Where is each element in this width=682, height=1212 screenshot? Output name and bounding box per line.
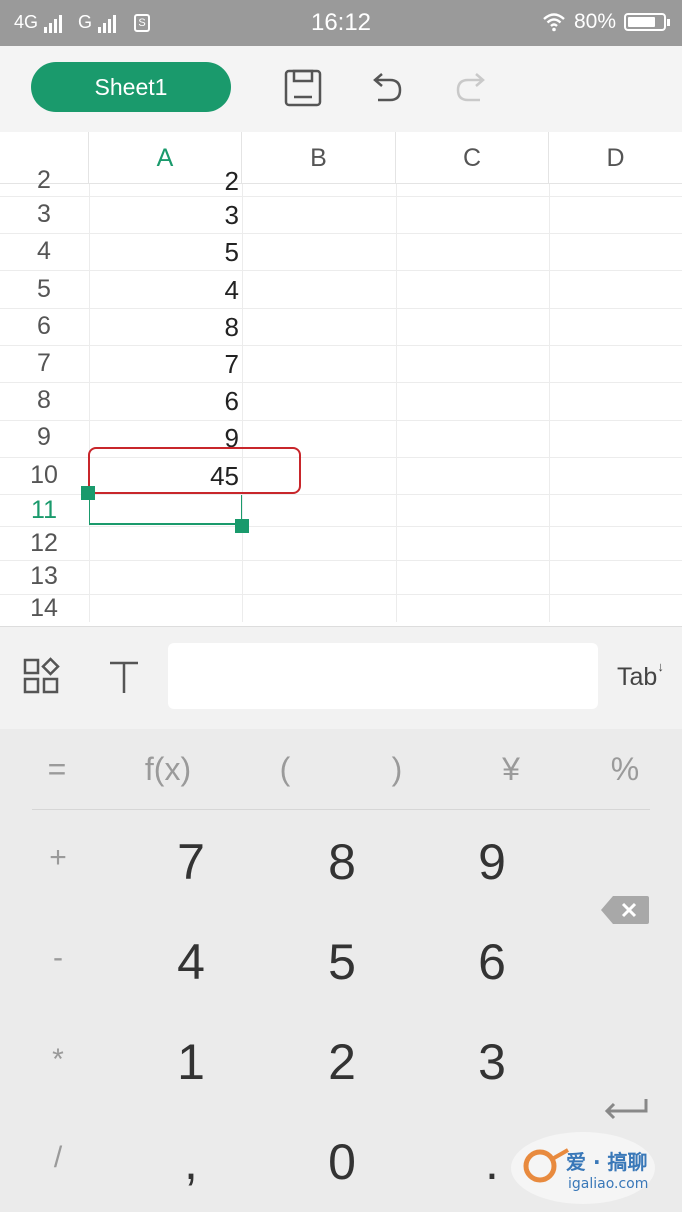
row-header[interactable]: 12	[0, 529, 88, 558]
tab-arrow-icon: ↓	[657, 659, 664, 674]
undo-icon[interactable]	[364, 66, 408, 110]
cell-a7[interactable]: 7	[89, 349, 241, 380]
key-plus[interactable]: +	[32, 841, 84, 875]
cell-a4[interactable]: 5	[89, 237, 241, 268]
watermark-url: igaliao.com	[568, 1176, 649, 1192]
watermark-logo: 爱 · 搞聊 igaliao.com	[508, 1128, 678, 1208]
selected-cell[interactable]	[89, 495, 242, 525]
row-header[interactable]: 3	[0, 200, 88, 229]
watermark-text: 爱 · 搞聊	[566, 1150, 648, 1174]
key-comma[interactable]: ,	[141, 1133, 241, 1191]
spreadsheet-grid[interactable]: A B C D 2 2 3 3 4 5 5 4 6 8 7 7 8 6 9 9 …	[0, 132, 682, 622]
highlight-box	[88, 447, 301, 494]
cell-a5[interactable]: 4	[89, 275, 241, 306]
wifi-icon	[543, 13, 565, 32]
column-header-c[interactable]: C	[396, 132, 549, 184]
key-close-paren[interactable]: )	[362, 751, 432, 788]
column-header-d[interactable]: D	[549, 132, 682, 184]
tab-key-label: Tab	[617, 663, 658, 691]
key-3[interactable]: 3	[442, 1033, 542, 1091]
cell-a8[interactable]: 6	[89, 386, 241, 417]
status-bar: 4G G S 16:12 80%	[0, 0, 682, 46]
battery-icon	[624, 13, 670, 31]
row-header[interactable]: 4	[0, 237, 88, 266]
key-minus[interactable]: -	[32, 941, 84, 975]
key-yen[interactable]: ¥	[476, 751, 546, 788]
backspace-icon[interactable]	[601, 896, 649, 924]
key-equals[interactable]: =	[22, 751, 92, 788]
key-0[interactable]: 0	[292, 1133, 392, 1191]
key-6[interactable]: 6	[442, 933, 542, 991]
key-7[interactable]: 7	[141, 833, 241, 891]
enter-icon[interactable]	[602, 1097, 650, 1125]
key-multiply[interactable]: *	[32, 1043, 84, 1077]
tab-key[interactable]: Tab↓	[617, 659, 664, 692]
save-icon[interactable]	[281, 66, 325, 110]
key-5[interactable]: 5	[292, 933, 392, 991]
cell-a2[interactable]: 2	[89, 166, 241, 197]
selection-handle-end[interactable]	[235, 519, 249, 533]
key-8[interactable]: 8	[292, 833, 392, 891]
row-header-active[interactable]: 11	[0, 496, 88, 525]
row-header[interactable]: 8	[0, 386, 88, 415]
key-function[interactable]: f(x)	[133, 751, 203, 788]
row-header[interactable]: 9	[0, 423, 88, 452]
key-4[interactable]: 4	[141, 933, 241, 991]
key-2[interactable]: 2	[292, 1033, 392, 1091]
row-header[interactable]: 13	[0, 562, 88, 591]
row-header[interactable]: 14	[0, 594, 88, 622]
row-header[interactable]: 2	[0, 166, 88, 195]
row-header[interactable]: 5	[0, 275, 88, 304]
selection-handle-start[interactable]	[81, 486, 95, 500]
key-1[interactable]: 1	[141, 1033, 241, 1091]
key-open-paren[interactable]: (	[250, 751, 320, 788]
input-bar: Tab↓	[0, 626, 682, 730]
row-header[interactable]: 7	[0, 349, 88, 378]
key-9[interactable]: 9	[442, 833, 542, 891]
status-right: 80%	[542, 10, 670, 34]
battery-percent: 80%	[573, 10, 616, 33]
redo-icon[interactable]	[450, 66, 494, 110]
row-header[interactable]: 6	[0, 312, 88, 341]
apps-grid-icon[interactable]	[22, 657, 62, 697]
formula-input[interactable]	[168, 643, 598, 709]
keypad-divider	[32, 809, 650, 810]
key-divide[interactable]: /	[32, 1141, 84, 1175]
column-header-b[interactable]: B	[242, 132, 396, 184]
key-percent[interactable]: %	[590, 751, 660, 788]
text-mode-icon[interactable]	[106, 657, 142, 697]
sheet-tab[interactable]: Sheet1	[31, 62, 231, 112]
cell-a6[interactable]: 8	[89, 312, 241, 343]
toolbar: Sheet1	[0, 46, 682, 132]
row-header[interactable]: 10	[0, 461, 88, 490]
cell-a3[interactable]: 3	[89, 200, 241, 231]
